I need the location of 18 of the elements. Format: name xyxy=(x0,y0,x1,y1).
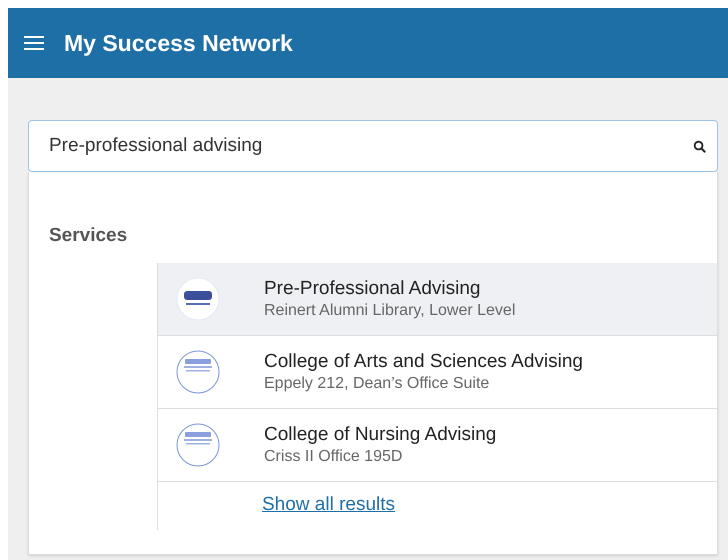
logo-icon xyxy=(176,276,220,320)
result-name: Pre-Professional Advising xyxy=(264,276,482,300)
result-item[interactable]: Pre-Professional Advising Reinert Alumni Library, Lower Level xyxy=(158,262,717,336)
result-item[interactable]: College of Arts and Sciences Advising Eppely 212, Dean’s Office Suite xyxy=(158,336,717,408)
search-icon[interactable] xyxy=(693,140,706,153)
menu-icon[interactable] xyxy=(24,35,44,51)
search-field[interactable]: Pre-professional advising xyxy=(28,120,718,172)
show-all-link[interactable]: Show all results xyxy=(262,491,396,520)
app-title: My Success Network xyxy=(64,28,293,58)
result-name: College of Nursing Advising xyxy=(264,422,496,446)
result-location: Criss II Office 195D xyxy=(264,446,404,466)
result-location: Eppely 212, Dean’s Office Suite xyxy=(264,374,490,394)
result-name: College of Arts and Sciences Advising xyxy=(264,350,583,374)
section-heading: Services xyxy=(48,224,128,248)
logo-icon xyxy=(176,422,220,466)
result-item[interactable]: College of Nursing Advising Criss II Office 195D xyxy=(158,408,717,482)
result-location: Reinert Alumni Library, Lower Level xyxy=(264,300,516,320)
logo-icon xyxy=(176,350,220,394)
